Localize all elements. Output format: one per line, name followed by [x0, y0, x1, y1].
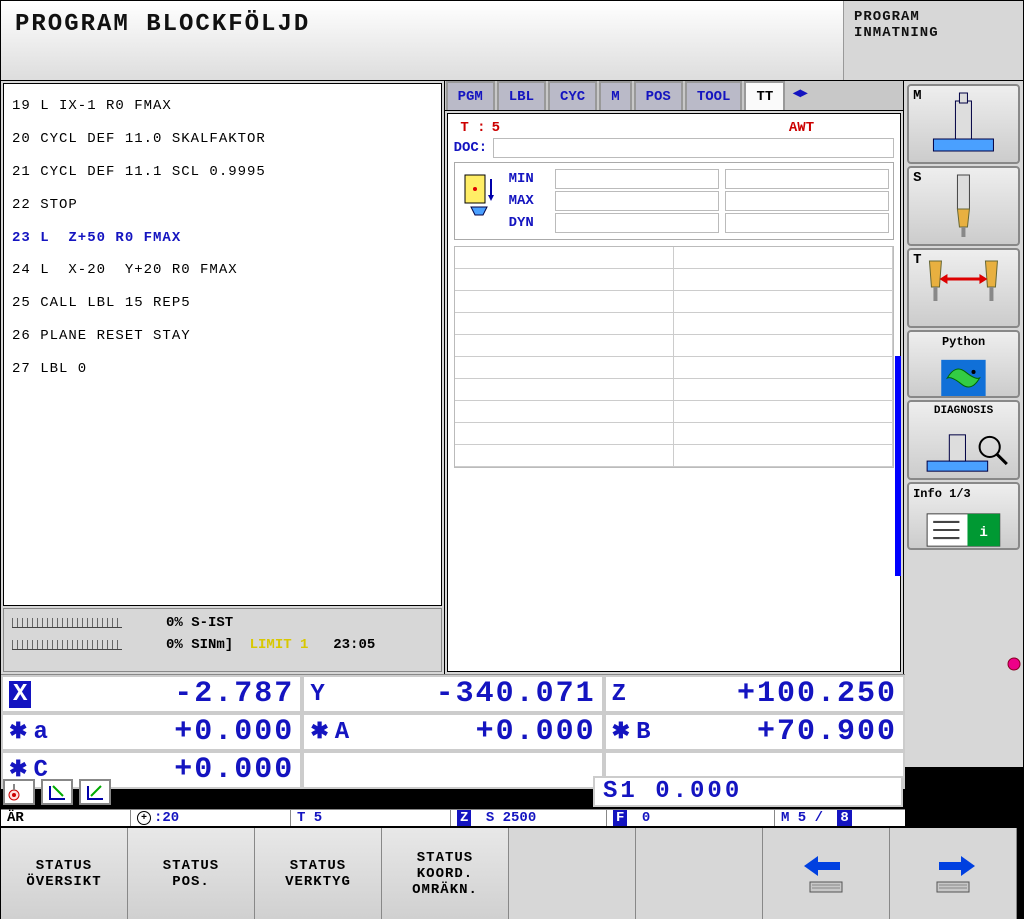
tab-pgm[interactable]: PGM [446, 81, 495, 110]
view-icon-1[interactable] [41, 779, 73, 805]
softkey-4[interactable]: STATUSKOORD.OMRÄKN. [382, 828, 509, 919]
program-line[interactable]: 19 L IX-1 R0 FMAX [12, 90, 433, 123]
axis-value: +0.000 [54, 715, 294, 749]
program-line[interactable]: 27 LBL 0 [12, 353, 433, 386]
program-line[interactable]: 20 CYCL DEF 11.0 SKALFAKTOR [12, 123, 433, 156]
side-softkey-m[interactable]: M [907, 84, 1020, 164]
axis-label: B [636, 719, 650, 746]
axis-label: X [9, 681, 31, 708]
softkey-3[interactable]: STATUSVERKTYG [255, 828, 382, 919]
side-softkey-info[interactable]: Info 1/3 i [907, 482, 1020, 550]
tab-cyc[interactable]: CYC [548, 81, 597, 110]
side-softkey-python[interactable]: Python Demos [907, 330, 1020, 398]
tab-lbl[interactable]: LBL [497, 81, 546, 110]
program-line[interactable]: 25 CALL LBL 15 REP5 [12, 287, 433, 320]
scroll-indicator[interactable] [895, 356, 901, 576]
program-line[interactable]: 21 CYCL DEF 11.1 SCL 0.9995 [12, 156, 433, 189]
softkey-2[interactable]: STATUSPOS. [128, 828, 255, 919]
page-title: PROGRAM BLOCKFÖLJD [1, 1, 843, 80]
program-line[interactable]: 26 PLANE RESET STAY [12, 320, 433, 353]
tool-measure-icon [459, 167, 503, 223]
axis-label: a [33, 719, 47, 746]
side-softkey-t[interactable]: T [907, 248, 1020, 328]
spindle-field: S1 0.000 [593, 776, 903, 807]
bottom-softkeys: STATUSÖVERSIKTSTATUSPOS.STATUSVERKTYGSTA… [1, 826, 1023, 919]
view-icon-2[interactable] [79, 779, 111, 805]
axis-label: A [335, 719, 349, 746]
data-grid [454, 246, 895, 468]
program-listing[interactable]: 19 L IX-1 R0 FMAX20 CYCL DEF 11.0 SKALFA… [3, 83, 442, 606]
axis-label: Z [612, 681, 626, 708]
axis-label: Y [310, 681, 324, 708]
axis-value: +0.000 [355, 715, 595, 749]
axis-value: +100.250 [632, 677, 897, 711]
info-tabs: PGMLBLCYCMPOSTOOLTT◂▸ [445, 81, 904, 111]
program-line[interactable]: 24 L X-20 Y+20 R0 FMAX [12, 254, 433, 287]
tab-m[interactable]: M [599, 81, 631, 110]
axis-value: -2.787 [37, 677, 294, 711]
tool-panel: T : 5 AWT DOC: MIN MAX DYN [447, 113, 902, 672]
tab-pos[interactable]: POS [634, 81, 683, 110]
position-display: X-2.787Y-340.071Z+100.250✱a+0.000✱A+0.00… [1, 674, 905, 774]
tab-tt[interactable]: TT [744, 81, 785, 110]
side-softkey-s[interactable]: S [907, 166, 1020, 246]
spindle-status-bar: 0% S-IST 0% SINm] LIMIT 1 23:05 [3, 608, 442, 672]
tab-tool[interactable]: TOOL [685, 81, 743, 110]
program-line[interactable]: 22 STOP [12, 189, 433, 222]
axis-value: +70.900 [657, 715, 897, 749]
side-softkey-diagnosis[interactable]: DIAGNOSIS [907, 400, 1020, 480]
tab-scroll-icon[interactable]: ◂▸ [786, 81, 814, 110]
mode-indicator: PROGRAMINMATNING [843, 1, 1023, 80]
softkey-6[interactable] [636, 828, 763, 919]
softkey-5[interactable] [509, 828, 636, 919]
corner-icon [1007, 657, 1021, 671]
program-line[interactable]: 23 L Z+50 R0 FMAX [12, 222, 433, 255]
softkey-7[interactable] [763, 828, 890, 919]
softkey-8[interactable] [890, 828, 1017, 919]
probe-icon[interactable] [3, 779, 35, 805]
softkey-1[interactable]: STATUSÖVERSIKT [1, 828, 128, 919]
svg-text:i: i [979, 525, 987, 541]
axis-value: -340.071 [331, 677, 596, 711]
